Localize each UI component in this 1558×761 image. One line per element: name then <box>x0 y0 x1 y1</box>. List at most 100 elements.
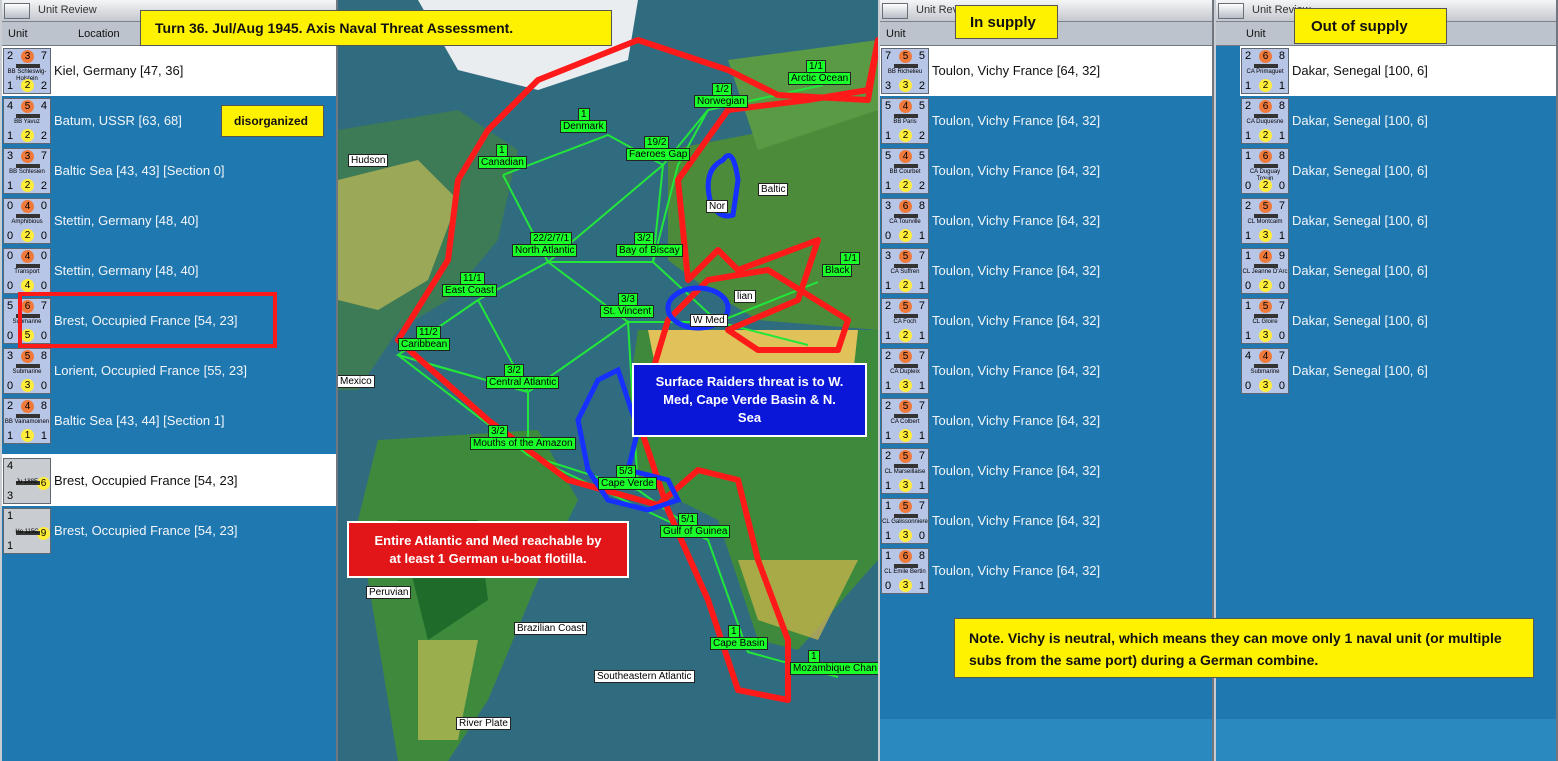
unit-row[interactable]: 0 4 0 Transport 0 4 0 Stettin, Germany [… <box>2 246 336 296</box>
unit-counter[interactable]: 2 3 7 BB Schleswig-Holstein 1 2 2 <box>3 48 51 94</box>
unit-counter[interactable]: 5 4 5 BB Courbet 1 2 2 <box>881 148 929 194</box>
unit-counter[interactable]: 5 4 5 BB Paris 1 2 2 <box>881 98 929 144</box>
map-sea-zone-label[interactable]: St. Vincent <box>600 305 655 318</box>
map-sea-zone-label[interactable]: Hudson <box>348 154 389 167</box>
counter-value: 7 <box>918 250 925 262</box>
map-sea-zone-label[interactable]: lian <box>734 290 756 303</box>
unit-row[interactable]: 0 4 0 Amphibious 0 2 0 Stettin, Germany … <box>2 196 336 246</box>
map-sea-zone-label[interactable]: Cape Basin <box>710 637 768 650</box>
unit-row[interactable]: 1 6 8 CA Duguay Trouin 0 2 0 Dakar, Sene… <box>1240 146 1556 196</box>
unit-row[interactable]: 5 4 5 BB Paris 1 2 2 Toulon, Vichy Franc… <box>880 96 1212 146</box>
counter-value: 8 <box>918 550 925 562</box>
unit-counter[interactable]: 2 4 8 BB Vainamoinen 1 1 1 <box>3 398 51 444</box>
unit-name: BB Yavuz <box>14 119 40 125</box>
counter-value: 7 <box>918 350 925 362</box>
unit-row[interactable]: 2 5 7 CL Marseillaise 1 3 1 Toulon, Vich… <box>880 446 1212 496</box>
unit-counter[interactable]: 2 5 7 CA Dupleix 1 3 1 <box>881 348 929 394</box>
map-sea-zone-label[interactable]: River Plate <box>456 717 511 730</box>
unit-row[interactable]: 1 4 9 CL Jeanne D'Arc 0 2 0 Dakar, Seneg… <box>1240 246 1556 296</box>
map-sea-zone-label[interactable]: Canadian <box>478 156 527 169</box>
unit-row[interactable]: 7 5 5 BB Richelieu 3 3 2 Toulon, Vichy F… <box>880 46 1212 96</box>
unit-column-header[interactable]: Unit <box>886 28 906 40</box>
unit-row[interactable]: 2 6 8 CA Duquesne 1 2 1 Dakar, Senegal [… <box>1240 96 1556 146</box>
unit-column-header[interactable]: Unit <box>8 28 28 40</box>
map-sea-zone-label[interactable]: W Med <box>690 314 728 327</box>
unit-counter[interactable]: 4 6 Ju 188E 3 <box>3 458 51 504</box>
unit-row[interactable]: 2 4 8 BB Vainamoinen 1 1 1 Baltic Sea [4… <box>2 396 336 446</box>
unit-counter[interactable]: 1 6 8 CA Duguay Trouin 0 2 0 <box>1241 148 1289 194</box>
unit-row[interactable]: 3 5 8 Submarine 0 3 0 Lorient, Occupied … <box>2 346 336 396</box>
unit-row[interactable]: 1 5 7 CL Galissonniere 1 3 0 Toulon, Vic… <box>880 496 1212 546</box>
map-sea-zone-label[interactable]: Mexico <box>338 375 375 388</box>
map-sea-zone-label[interactable]: Caribbean <box>398 338 451 351</box>
unit-counter[interactable]: 0 4 0 Transport 0 4 0 <box>3 248 51 294</box>
counter-value: 2 <box>918 80 925 92</box>
unit-row[interactable]: 1 9 He 115C 1 Brest, Occupied France [54… <box>2 506 336 556</box>
unit-row[interactable]: 3 5 7 CA Suffren 1 2 1 Toulon, Vichy Fra… <box>880 246 1212 296</box>
counter-value: 0 <box>1245 380 1252 392</box>
map-sea-zone-label[interactable]: Gulf of Guinea <box>660 525 731 538</box>
unit-counter[interactable]: 2 5 7 CL Marseillaise 1 3 1 <box>881 448 929 494</box>
unit-counter[interactable]: 0 4 0 Amphibious 0 2 0 <box>3 198 51 244</box>
unit-row[interactable]: 2 6 8 CA Primaguet 1 2 1 Dakar, Senegal … <box>1240 46 1556 96</box>
unit-row[interactable]: 4 4 7 Submarine 0 3 0 Dakar, Senegal [10… <box>1240 346 1556 396</box>
unit-counter[interactable]: 3 6 8 CA Tourville 0 2 1 <box>881 198 929 244</box>
unit-counter[interactable]: 4 5 4 BB Yavuz 1 2 2 <box>3 98 51 144</box>
unit-row[interactable]: 3 3 7 BB Schlesien 1 2 2 Baltic Sea [43,… <box>2 146 336 196</box>
unit-counter[interactable]: 1 6 8 CL Emile Bertin 0 3 1 <box>881 548 929 594</box>
unit-counter[interactable]: 1 4 9 CL Jeanne D'Arc 0 2 0 <box>1241 248 1289 294</box>
unit-counter[interactable]: 2 5 7 CL Montcalm 1 3 1 <box>1241 198 1289 244</box>
unit-row[interactable]: 5 4 5 BB Courbet 1 2 2 Toulon, Vichy Fra… <box>880 146 1212 196</box>
map-sea-zone-label[interactable]: Baltic <box>758 183 789 196</box>
counter-value: 1 <box>1245 130 1252 142</box>
unit-row[interactable]: 2 5 7 CA Dupleix 1 3 1 Toulon, Vichy Fra… <box>880 346 1212 396</box>
unit-counter[interactable]: 3 5 7 CA Suffren 1 2 1 <box>881 248 929 294</box>
map-sea-zone-label[interactable]: Mouths of the Amazon <box>470 437 576 450</box>
counter-value: 0 <box>7 330 14 342</box>
map-zone-value: 1 <box>728 625 740 638</box>
unit-counter[interactable]: 4 4 7 Submarine 0 3 0 <box>1241 348 1289 394</box>
map-sea-zone-label[interactable]: Norwegian <box>694 95 748 108</box>
map-sea-zone-label[interactable]: North Atlantic <box>512 244 578 257</box>
map-sea-zone-label[interactable]: Bay of Biscay <box>616 244 683 257</box>
unit-counter[interactable]: 2 6 8 CA Duquesne 1 2 1 <box>1241 98 1289 144</box>
unit-column-header[interactable]: Unit <box>1246 28 1266 40</box>
unit-location: Baltic Sea [43, 44] [Section 1] <box>54 413 225 428</box>
counter-value: 1 <box>885 480 892 492</box>
map-sea-zone-label[interactable]: Faeroes Gap <box>626 148 691 161</box>
window-menu-icon[interactable] <box>882 3 908 19</box>
map-sea-zone-label[interactable]: Denmark <box>560 120 607 133</box>
unit-row[interactable]: 3 6 8 CA Tourville 0 2 1 Toulon, Vichy F… <box>880 196 1212 246</box>
unit-name: CL Jeanne D'Arc <box>1242 269 1288 275</box>
unit-counter[interactable]: 3 5 8 Submarine 0 3 0 <box>3 348 51 394</box>
unit-counter[interactable]: 2 5 7 CA Colbert 1 3 1 <box>881 398 929 444</box>
unit-counter[interactable]: 2 5 7 CA Foch 1 2 1 <box>881 298 929 344</box>
map-sea-zone-label[interactable]: East Coast <box>442 284 497 297</box>
counter-value: 1 <box>918 430 925 442</box>
map-sea-zone-label[interactable]: Nor <box>706 200 729 213</box>
unit-row[interactable]: 2 3 7 BB Schleswig-Holstein 1 2 2 Kiel, … <box>2 46 336 96</box>
unit-row[interactable]: 2 5 7 CA Colbert 1 3 1 Toulon, Vichy Fra… <box>880 396 1212 446</box>
map-sea-zone-label[interactable]: Cape Verde <box>598 477 657 490</box>
map-sea-zone-label[interactable]: Brazilian Coast <box>514 622 588 635</box>
map-sea-zone-label[interactable]: Central Atlantic <box>486 376 560 389</box>
map-sea-zone-label[interactable]: Southeastern Atlantic <box>594 670 695 683</box>
window-menu-icon[interactable] <box>4 3 30 19</box>
unit-row[interactable]: 2 5 7 CL Montcalm 1 3 1 Dakar, Senegal [… <box>1240 196 1556 246</box>
location-column-header[interactable]: Location <box>78 28 120 40</box>
unit-counter[interactable]: 1 9 He 115C 1 <box>3 508 51 554</box>
window-menu-icon[interactable] <box>1218 3 1244 19</box>
map-sea-zone-label[interactable]: Mozambique Chan <box>790 662 878 675</box>
map-sea-zone-label[interactable]: Arctic Ocean <box>788 72 852 85</box>
unit-counter[interactable]: 1 5 7 CL Gloire 1 3 0 <box>1241 298 1289 344</box>
unit-counter[interactable]: 1 5 7 CL Galissonniere 1 3 0 <box>881 498 929 544</box>
unit-row[interactable]: 1 5 7 CL Gloire 1 3 0 Dakar, Senegal [10… <box>1240 296 1556 346</box>
unit-row[interactable]: 4 6 Ju 188E 3 Brest, Occupied France [54… <box>2 456 336 506</box>
unit-counter[interactable]: 7 5 5 BB Richelieu 3 3 2 <box>881 48 929 94</box>
unit-row[interactable]: 2 5 7 CA Foch 1 2 1 Toulon, Vichy France… <box>880 296 1212 346</box>
map-sea-zone-label[interactable]: Peruvian <box>366 586 412 599</box>
map-sea-zone-label[interactable]: Black <box>822 264 853 277</box>
unit-counter[interactable]: 3 3 7 BB Schlesien 1 2 2 <box>3 148 51 194</box>
unit-counter[interactable]: 2 6 8 CA Primaguet 1 2 1 <box>1241 48 1289 94</box>
unit-row[interactable]: 1 6 8 CL Emile Bertin 0 3 1 Toulon, Vich… <box>880 546 1212 596</box>
